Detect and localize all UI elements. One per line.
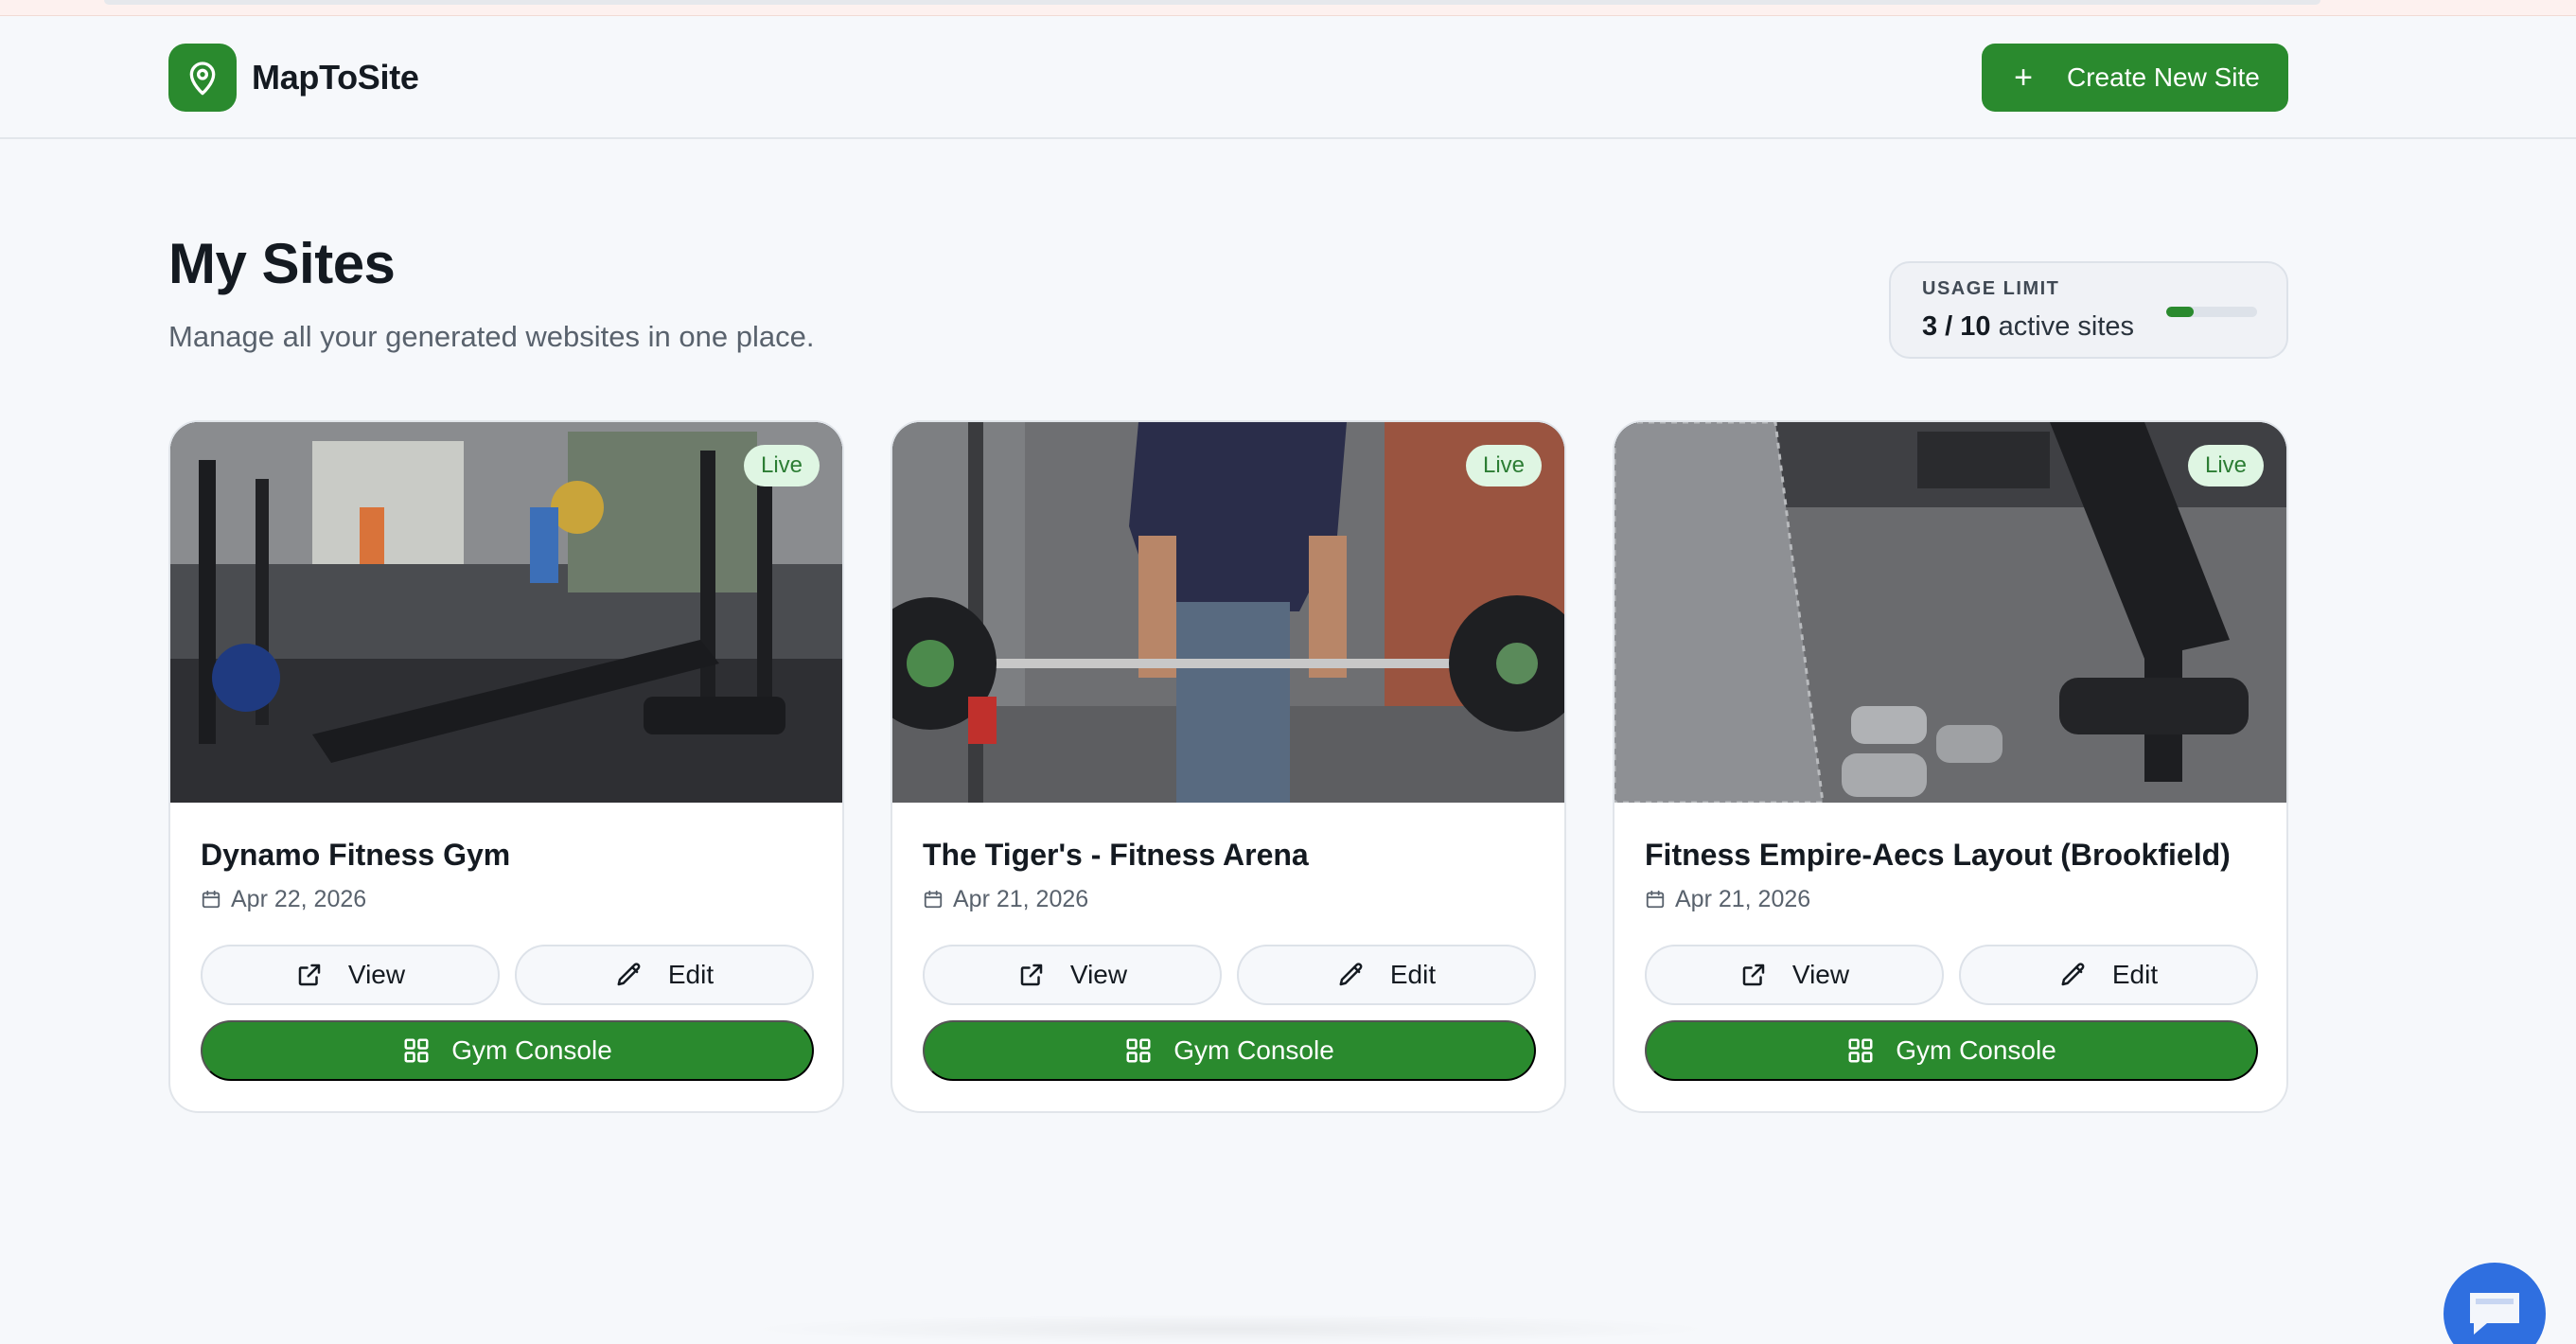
grid-icon — [404, 1038, 429, 1063]
gym-console-button[interactable]: Gym Console — [1645, 1020, 2258, 1081]
site-date: Apr 21, 2026 — [923, 884, 1088, 914]
chat-widget-button[interactable] — [2444, 1263, 2546, 1344]
site-thumbnail[interactable]: Live — [1614, 422, 2286, 803]
view-button[interactable]: View — [923, 945, 1222, 1005]
gym-console-label: Gym Console — [1896, 1035, 2056, 1065]
map-pin-icon — [189, 62, 216, 96]
edit-button[interactable]: Edit — [515, 945, 814, 1005]
top-header: MapToSite + Create New Site — [0, 16, 2576, 139]
calendar-icon — [202, 890, 221, 909]
site-thumbnail[interactable]: Live — [892, 422, 1564, 803]
view-label: View — [1069, 960, 1128, 989]
edit-button[interactable]: Edit — [1237, 945, 1536, 1005]
page-title: My Sites — [168, 232, 396, 295]
site-card: Live The Tiger's - Fitness Arena Apr 21,… — [891, 420, 1566, 1113]
usage-suffix: active sites — [1990, 311, 2135, 342]
brand-logo[interactable] — [168, 44, 237, 112]
external-link-icon — [1020, 964, 1043, 986]
edit-label: Edit — [2111, 960, 2159, 989]
status-badge: Live — [2187, 445, 2264, 486]
gym-console-label: Gym Console — [1173, 1035, 1334, 1065]
site-date-text: Apr 22, 2026 — [231, 886, 367, 912]
browser-top-strip — [0, 0, 2576, 16]
site-card: Live Dynamo Fitness Gym Apr 22, 2026 Vie… — [168, 420, 844, 1113]
chat-bubble-icon — [2470, 1293, 2519, 1335]
gym-console-label: Gym Console — [451, 1035, 612, 1065]
site-name: Fitness Empire-Aecs Layout (Brookfield) — [1645, 838, 2231, 872]
site-thumbnail[interactable]: Live — [170, 422, 842, 803]
usage-limit-value: 3 / 10 active sites — [1922, 309, 2134, 345]
create-new-site-label: Create New Site — [2067, 62, 2260, 92]
site-date: Apr 21, 2026 — [1645, 884, 1810, 914]
external-link-icon — [298, 964, 321, 986]
page-subtitle: Manage all your generated websites in on… — [168, 320, 815, 353]
usage-progress-fill — [2166, 307, 2194, 317]
external-link-icon — [1742, 964, 1765, 986]
edit-label: Edit — [667, 960, 715, 989]
view-button[interactable]: View — [1645, 945, 1944, 1005]
edit-button[interactable]: Edit — [1959, 945, 2258, 1005]
status-badge: Live — [1465, 445, 1542, 486]
plus-icon: + — [2014, 60, 2033, 96]
usage-limit-label: USAGE LIMIT — [1922, 278, 2060, 299]
pencil-icon — [1339, 963, 1363, 986]
calendar-icon — [924, 890, 943, 909]
pencil-icon — [2061, 963, 2085, 986]
view-button[interactable]: View — [201, 945, 500, 1005]
pencil-icon — [617, 963, 641, 986]
brand-name[interactable]: MapToSite — [252, 56, 419, 99]
view-label: View — [1791, 960, 1850, 989]
edit-label: Edit — [1389, 960, 1437, 989]
calendar-icon — [1646, 890, 1665, 909]
status-badge: Live — [743, 445, 820, 486]
site-date: Apr 22, 2026 — [201, 884, 366, 914]
usage-count: 3 / 10 — [1922, 311, 1991, 342]
grid-icon — [1126, 1038, 1151, 1063]
grid-icon — [1848, 1038, 1873, 1063]
site-card: Live Fitness Empire-Aecs Layout (Brookfi… — [1613, 420, 2288, 1113]
site-name: The Tiger's - Fitness Arena — [923, 838, 1309, 872]
bottom-fade — [738, 1314, 1722, 1344]
view-label: View — [347, 960, 406, 989]
usage-limit-panel: USAGE LIMIT 3 / 10 active sites — [1889, 261, 2288, 359]
site-date-text: Apr 21, 2026 — [1675, 886, 1811, 912]
gym-console-button[interactable]: Gym Console — [923, 1020, 1536, 1081]
create-new-site-button[interactable]: + Create New Site — [1982, 44, 2288, 112]
site-date-text: Apr 21, 2026 — [953, 886, 1089, 912]
usage-progress-bar — [2166, 307, 2257, 317]
site-name: Dynamo Fitness Gym — [201, 838, 511, 872]
gym-console-button[interactable]: Gym Console — [201, 1020, 814, 1081]
